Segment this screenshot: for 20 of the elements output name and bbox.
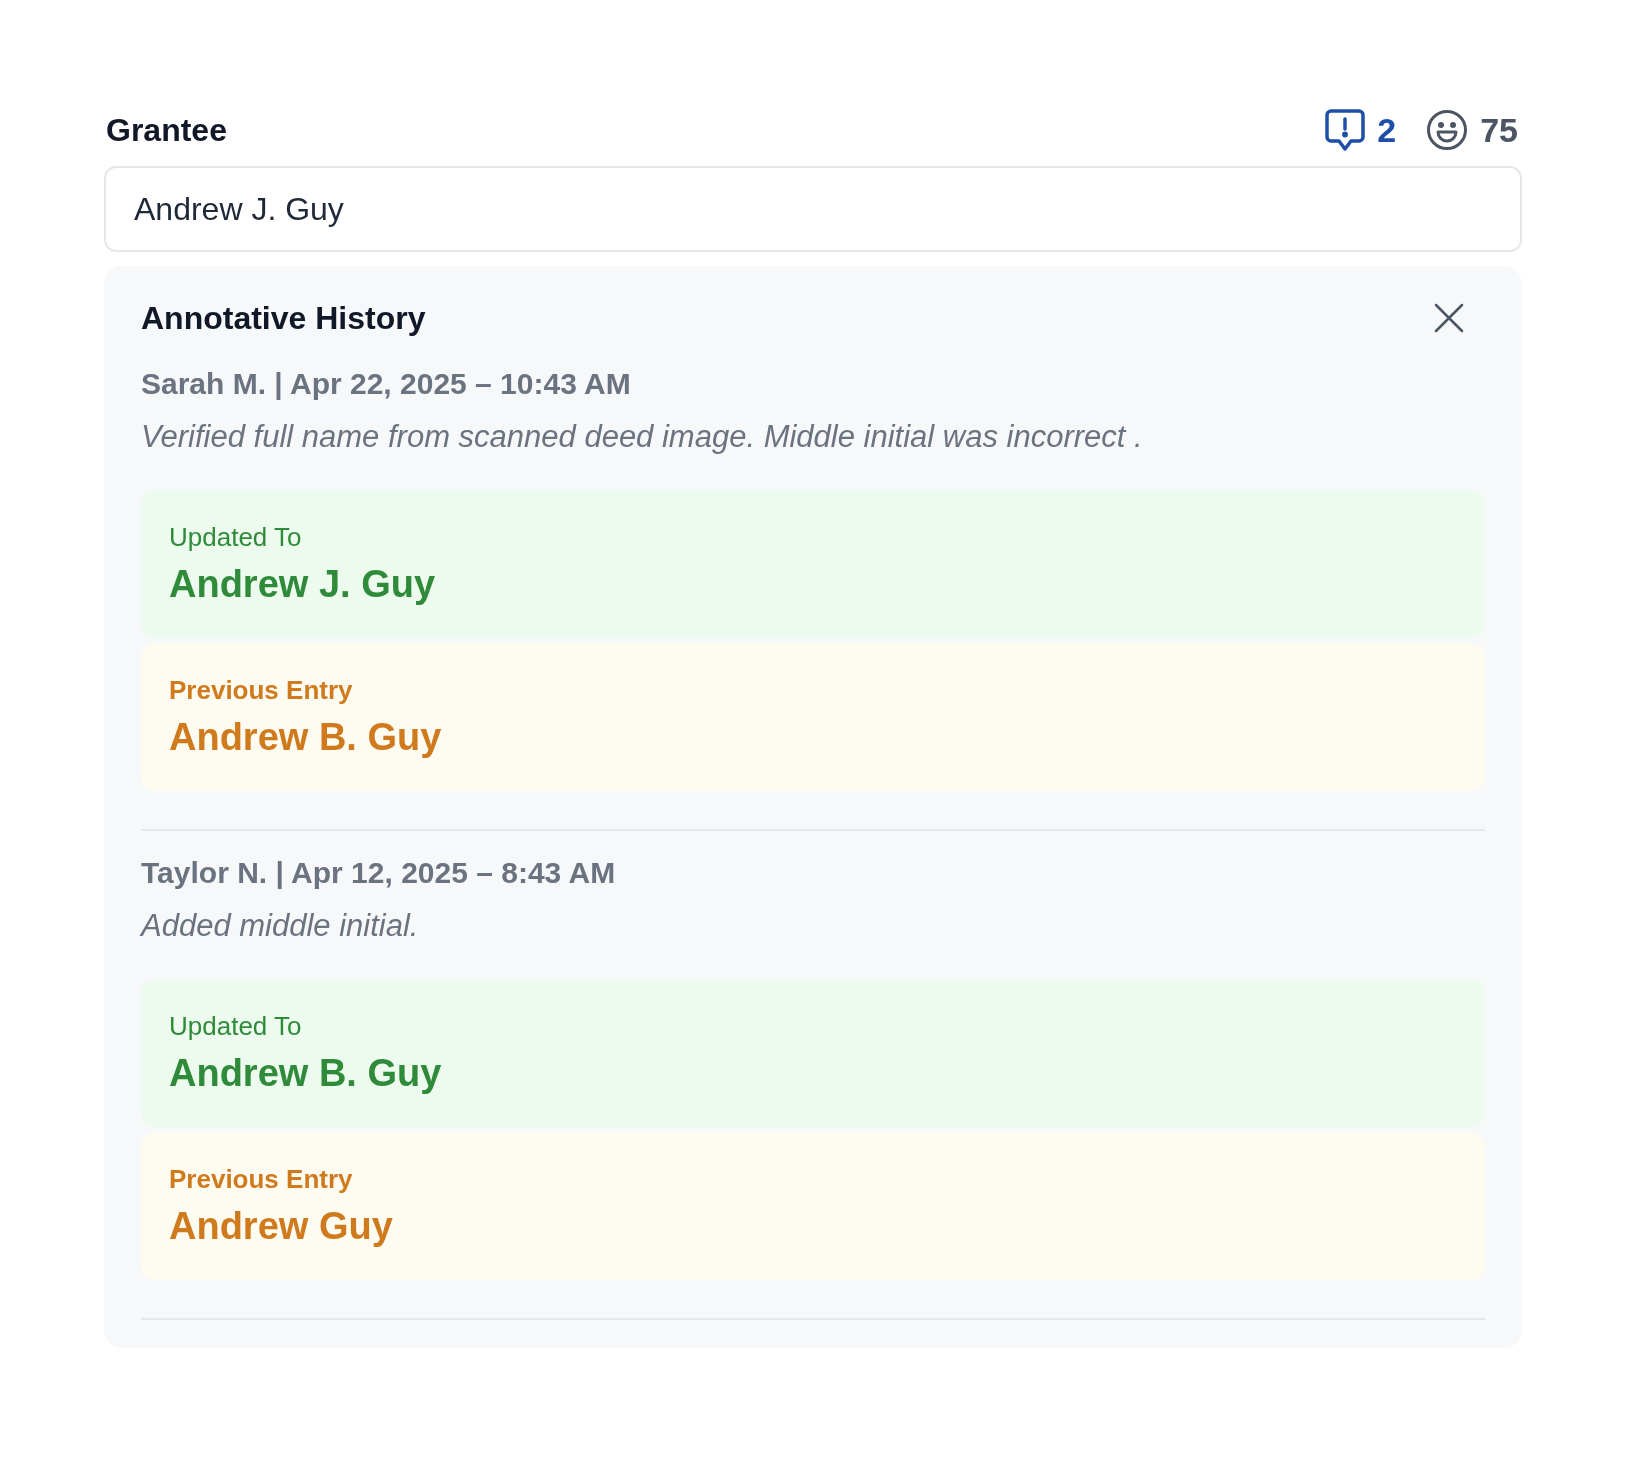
comment-alert-icon[interactable] bbox=[1325, 108, 1366, 152]
entry-comment: Verified full name from scanned deed image. Middle initial was incorrect . bbox=[141, 418, 1144, 456]
change-label: Previous Entry bbox=[169, 1163, 354, 1196]
close-icon[interactable] bbox=[1433, 302, 1465, 334]
change-value: Andrew Guy bbox=[169, 1204, 394, 1249]
change-value: Andrew B. Guy bbox=[169, 1051, 443, 1096]
smiley-icon bbox=[1426, 109, 1469, 151]
change-label: Updated To bbox=[169, 521, 303, 554]
score: 75 bbox=[1480, 109, 1518, 151]
change-value: Andrew B. Guy bbox=[169, 715, 443, 760]
grantee-input-field[interactable]: Andrew J. Guy bbox=[104, 166, 1522, 252]
field-label: Grantee bbox=[105, 111, 227, 150]
change-label: Previous Entry bbox=[169, 674, 354, 707]
change-value: Andrew J. Guy bbox=[169, 562, 437, 607]
entry-author-timestamp: Taylor N. | Apr 12, 2025 – 8:43 AM bbox=[141, 855, 617, 891]
panel-title: Annotative History bbox=[141, 299, 426, 338]
change-label: Updated To bbox=[169, 1010, 303, 1043]
entry-comment: Added middle initial. bbox=[141, 907, 420, 945]
entry-author-timestamp: Sarah M. | Apr 22, 2025 – 10:43 AM bbox=[141, 366, 632, 402]
comment-count: 2 bbox=[1377, 109, 1397, 151]
